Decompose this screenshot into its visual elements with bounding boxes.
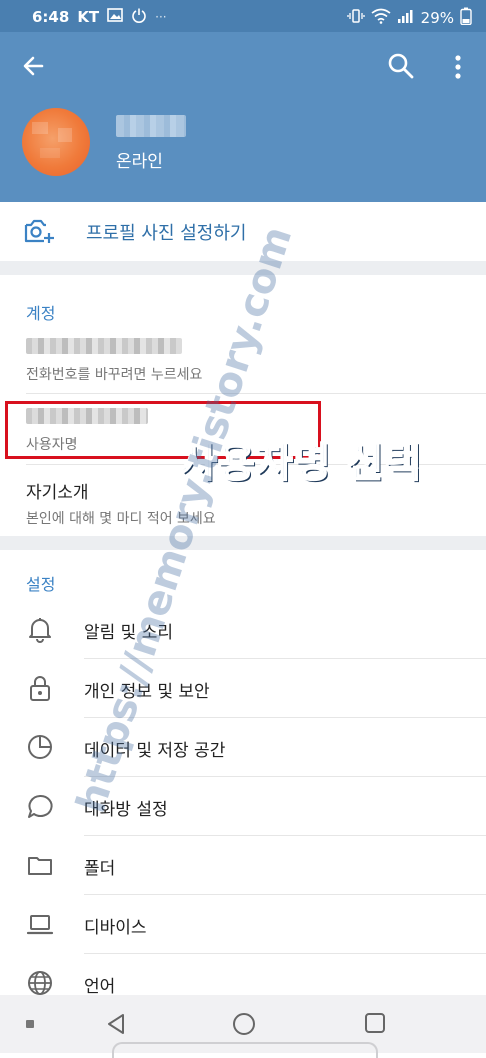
- vibrate-icon: [347, 8, 365, 28]
- battery-icon: [460, 7, 472, 29]
- laptop-icon: [26, 910, 54, 938]
- power-icon: [131, 7, 147, 27]
- folder-icon: [26, 851, 54, 879]
- phone-number-blurred: [26, 338, 182, 354]
- set-profile-photo-button[interactable]: 프로필 사진 설정하기: [0, 202, 486, 260]
- gallery-icon: [107, 7, 123, 27]
- more-vert-icon[interactable]: [446, 52, 470, 82]
- bell-icon: [26, 615, 54, 643]
- lock-icon: [26, 674, 54, 702]
- pie-chart-icon: [26, 733, 54, 761]
- status-time: 6:48: [32, 8, 70, 26]
- nav-recent-apps-icon[interactable]: [364, 1012, 386, 1034]
- camera-add-icon: [22, 215, 54, 247]
- search-icon[interactable]: [386, 51, 416, 81]
- divider: [26, 393, 486, 394]
- profile-name-blurred: [116, 115, 186, 137]
- section-divider: [0, 261, 486, 275]
- nav-home-icon[interactable]: [232, 1012, 256, 1036]
- setting-label: 알림 및 소리: [84, 623, 174, 643]
- profile-status: 온라인: [116, 152, 163, 172]
- nav-back-icon[interactable]: [104, 1012, 128, 1036]
- setting-label: 대화방 설정: [84, 800, 168, 820]
- settings-section-title: 설정: [26, 575, 56, 594]
- phone-number-hint: 전화번호를 바꾸려면 누르세요: [26, 367, 203, 383]
- bio-title: 자기소개: [26, 483, 89, 503]
- setting-label: 언어: [84, 977, 116, 997]
- setting-label: 개인 정보 및 보안: [84, 682, 210, 702]
- set-photo-label: 프로필 사진 설정하기: [86, 223, 247, 244]
- bio-hint: 본인에 대해 몇 마디 적어 보세요: [26, 511, 216, 527]
- setting-notifications[interactable]: 알림 및 소리: [0, 600, 486, 658]
- setting-folders[interactable]: 폴더: [0, 836, 486, 894]
- globe-icon: [26, 969, 54, 997]
- annotation-label: 사용자명 선택: [179, 439, 422, 487]
- nav-indicator-dot: [26, 1020, 34, 1028]
- system-nav-bar: [0, 995, 486, 1058]
- chat-bubble-icon: [26, 792, 54, 820]
- status-more-dots: ···: [155, 10, 167, 24]
- status-carrier: KT: [77, 8, 100, 26]
- setting-devices[interactable]: 디바이스: [0, 895, 486, 953]
- wifi-icon: [371, 8, 391, 28]
- account-section-title: 계정: [26, 304, 56, 323]
- profile-header: 온라인: [0, 32, 486, 202]
- setting-label: 폴더: [84, 859, 116, 879]
- section-divider: [0, 536, 486, 550]
- phone-number-row[interactable]: 전화번호를 바꾸려면 누르세요: [0, 330, 486, 392]
- setting-label: 데이터 및 저장 공간: [84, 741, 226, 761]
- setting-chat[interactable]: 대화방 설정: [0, 777, 486, 835]
- status-bar: 6:48 KT ··· 29%: [0, 0, 486, 32]
- signal-icon: [397, 8, 415, 28]
- gesture-handle: [112, 1042, 378, 1058]
- avatar[interactable]: [22, 108, 90, 176]
- setting-privacy[interactable]: 개인 정보 및 보안: [0, 659, 486, 717]
- back-arrow-icon[interactable]: [20, 52, 48, 80]
- setting-data-storage[interactable]: 데이터 및 저장 공간: [0, 718, 486, 776]
- setting-label: 디바이스: [84, 918, 147, 938]
- battery-percent: 29%: [420, 9, 454, 27]
